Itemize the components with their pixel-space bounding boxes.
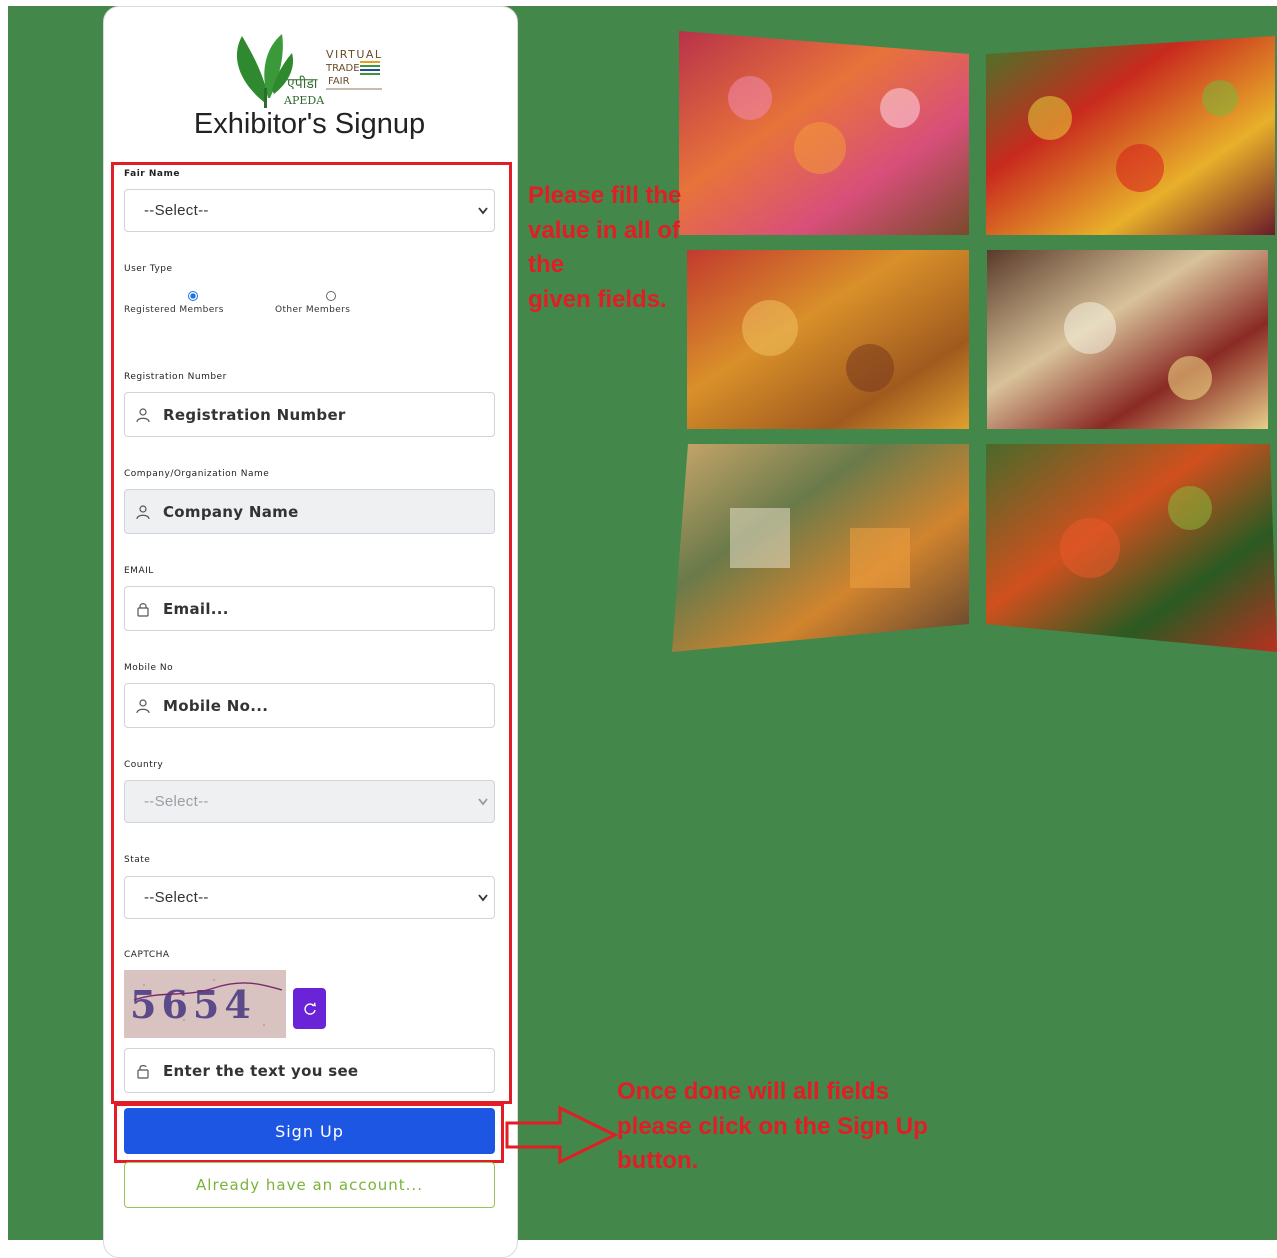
logo-trade: TRADE — [325, 63, 360, 74]
captcha-placeholder: Enter the text you see — [163, 1061, 359, 1080]
registration-number-placeholder: Registration Number — [163, 405, 346, 424]
fill-fields-note: Please fill the value in all of the give… — [528, 179, 681, 317]
fair-name-label: Fair Name — [124, 169, 180, 179]
radio-registered-members[interactable] — [188, 291, 198, 301]
company-name-placeholder: Company Name — [163, 502, 299, 521]
radio-other-members[interactable] — [326, 291, 336, 301]
mobile-label: Mobile No — [124, 663, 174, 673]
chevron-down-icon — [478, 797, 488, 805]
lock-icon — [137, 602, 149, 617]
form-highlight-box — [111, 162, 512, 1104]
user-icon — [136, 407, 150, 422]
company-name-input[interactable]: Company Name — [124, 489, 495, 534]
registration-number-label: Registration Number — [124, 372, 227, 382]
fill-note-line-1: Please fill the — [528, 182, 682, 209]
captcha-refresh-button[interactable] — [293, 988, 326, 1029]
fair-name-selected: --Select-- — [144, 202, 209, 219]
logo-hindi: एपीडा — [287, 75, 318, 92]
page-title: Exhibitor's Signup — [193, 108, 426, 140]
user-type-label: User Type — [124, 264, 173, 274]
email-input[interactable]: Email... — [124, 586, 495, 631]
country-selected: --Select-- — [144, 793, 209, 810]
fill-note-line-2: value in all of — [528, 216, 681, 244]
leaf-icon — [236, 36, 266, 103]
chevron-down-icon — [478, 206, 488, 214]
email-label: EMAIL — [124, 566, 154, 576]
logo-virtual: VIRTUAL — [326, 48, 383, 61]
user-icon — [136, 698, 150, 713]
arrow-annotation — [505, 1105, 619, 1165]
captcha-input[interactable]: Enter the text you see — [124, 1048, 495, 1093]
company-name-label: Company/Organization Name — [124, 469, 270, 479]
captcha-image: 5654 — [124, 970, 286, 1038]
mobile-input[interactable]: Mobile No... — [124, 683, 495, 728]
signup-note-line-2: please click on the Sign Up — [617, 1112, 928, 1140]
chevron-down-icon — [478, 893, 488, 901]
refresh-icon — [303, 1002, 316, 1015]
registration-number-input[interactable]: Registration Number — [124, 392, 495, 437]
fair-name-select[interactable]: --Select-- — [124, 189, 495, 232]
radio-other-members-label: Other Members — [275, 305, 351, 315]
food-photo-collage — [672, 31, 1277, 652]
unlock-icon — [137, 1064, 149, 1079]
user-icon — [136, 504, 150, 519]
signup-note: Once done will all fields please click o… — [617, 1075, 928, 1179]
signup-note-line-1: Once done will all fields — [617, 1078, 890, 1105]
grains-photo — [672, 444, 969, 652]
state-selected: --Select-- — [144, 889, 209, 906]
vegetables-photo — [986, 36, 1275, 235]
state-label: State — [124, 855, 151, 865]
state-select[interactable]: --Select-- — [124, 876, 495, 919]
captcha-label: CAPTCHA — [124, 950, 170, 960]
dairy-photo — [987, 250, 1268, 429]
apeda-logo: VIRTUAL TRADE FAIR एपीडा APEDA — [236, 34, 383, 108]
sign-up-button[interactable]: Sign Up — [124, 1108, 495, 1154]
mobile-placeholder: Mobile No... — [163, 696, 269, 715]
captcha-code: 5654 — [130, 982, 256, 1027]
email-placeholder: Email... — [163, 599, 229, 618]
fill-note-line-3: the — [528, 251, 564, 278]
already-have-account-button[interactable]: Already have an account... — [124, 1162, 495, 1208]
radio-registered-members-label: Registered Members — [124, 305, 224, 315]
country-select[interactable]: --Select-- — [124, 780, 495, 823]
snacks-photo — [687, 250, 969, 429]
country-label: Country — [124, 760, 164, 770]
signup-note-line-3: button. — [617, 1147, 699, 1174]
logo-apeda: APEDA — [283, 94, 325, 107]
logo-fair: FAIR — [328, 76, 350, 87]
produce-basket-photo — [986, 444, 1277, 652]
fill-note-line-4: given fields. — [528, 285, 667, 313]
